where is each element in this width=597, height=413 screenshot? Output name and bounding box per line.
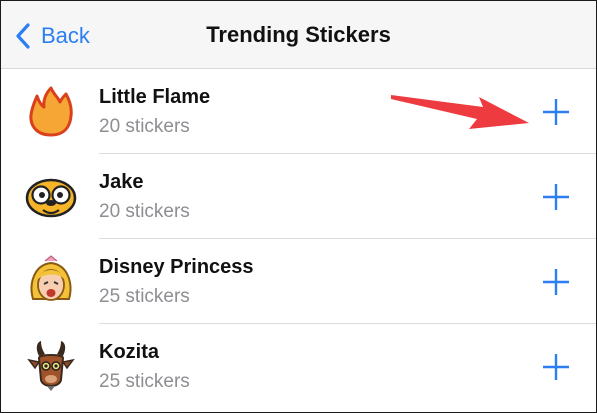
sticker-pack-row[interactable]: Disney Princess 25 stickers bbox=[1, 239, 596, 324]
pack-name: Kozita bbox=[99, 341, 159, 363]
screenshot-frame: Back Trending Stickers Little Flame 20 s… bbox=[0, 0, 597, 413]
red-arrow-icon bbox=[391, 95, 529, 129]
pack-name: Jake bbox=[99, 171, 144, 193]
pack-name: Disney Princess bbox=[99, 256, 254, 278]
pack-name: Little Flame bbox=[99, 86, 211, 108]
plus-icon[interactable] bbox=[539, 350, 573, 384]
sticker-pack-row[interactable]: Jake 20 stickers bbox=[1, 154, 596, 239]
jake-dog-sticker-icon bbox=[25, 178, 77, 218]
plus-icon[interactable] bbox=[539, 265, 573, 299]
plus-icon[interactable] bbox=[539, 95, 573, 129]
plus-icon[interactable] bbox=[539, 180, 573, 214]
pack-count: 20 stickers bbox=[99, 116, 190, 137]
goat-sticker-icon bbox=[27, 341, 75, 391]
flame-sticker-icon bbox=[29, 86, 73, 137]
page-title: Trending Stickers bbox=[206, 22, 391, 47]
pack-count: 25 stickers bbox=[99, 371, 190, 392]
princess-sticker-icon bbox=[30, 255, 72, 301]
pack-count: 20 stickers bbox=[99, 201, 190, 222]
navigation-bar: Back Trending Stickers bbox=[1, 1, 596, 69]
sticker-pack-row[interactable]: Kozita 25 stickers bbox=[1, 324, 596, 409]
pack-count: 25 stickers bbox=[99, 286, 190, 307]
